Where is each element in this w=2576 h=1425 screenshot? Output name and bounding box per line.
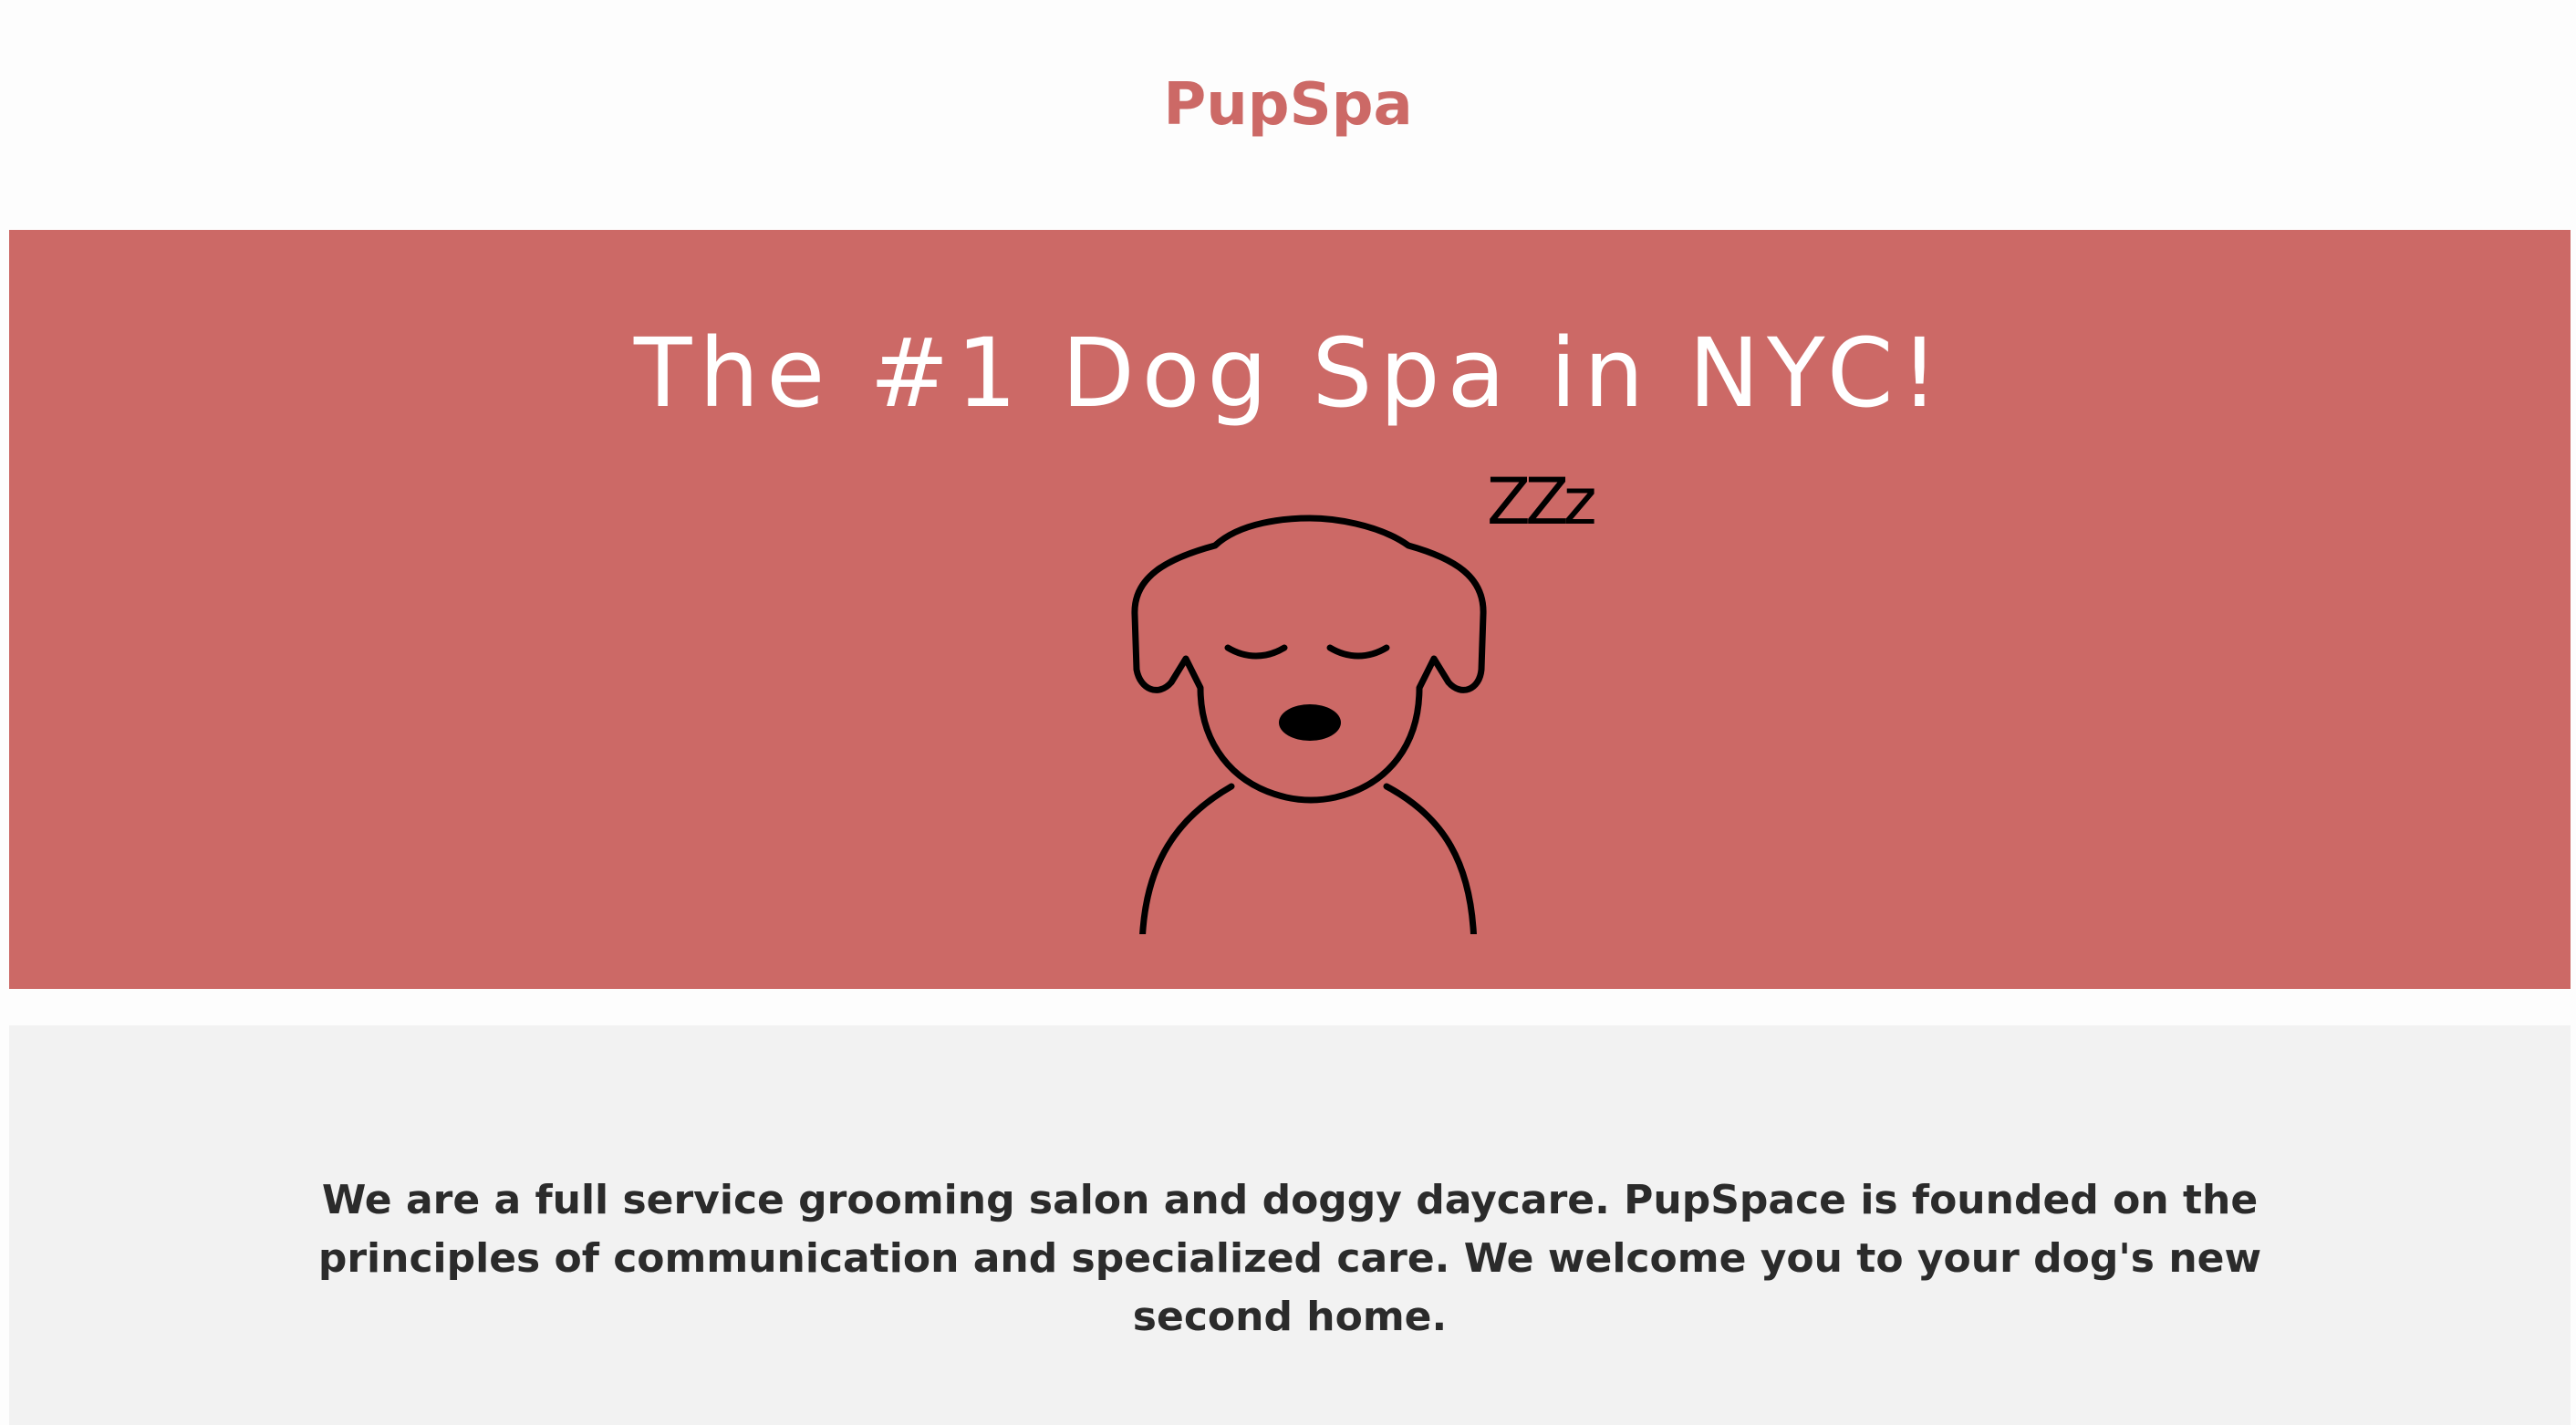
hero-section: The #1 Dog Spa in NYC! ZZz [9, 230, 2571, 989]
sleep-z-text: ZZz [1487, 464, 1594, 539]
hero-title: The #1 Dog Spa in NYC! [633, 317, 1947, 429]
dog-head-outline [1131, 515, 1487, 804]
dog-right-eye [1326, 644, 1390, 660]
dog-body-left [1139, 783, 1235, 934]
about-section: We are a full service grooming salon and… [9, 1025, 2571, 1425]
sleeping-dog-icon: ZZz [1131, 464, 1600, 934]
about-description: We are a full service grooming salon and… [317, 1177, 2262, 1340]
page: PupSpa The #1 Dog Spa in NYC! ZZz We are… [0, 0, 2576, 1425]
brand-logo-text[interactable]: PupSpa [0, 64, 2576, 146]
dog-left-eye [1224, 644, 1288, 660]
dog-nose [1279, 704, 1341, 741]
dog-body-right [1383, 783, 1477, 934]
